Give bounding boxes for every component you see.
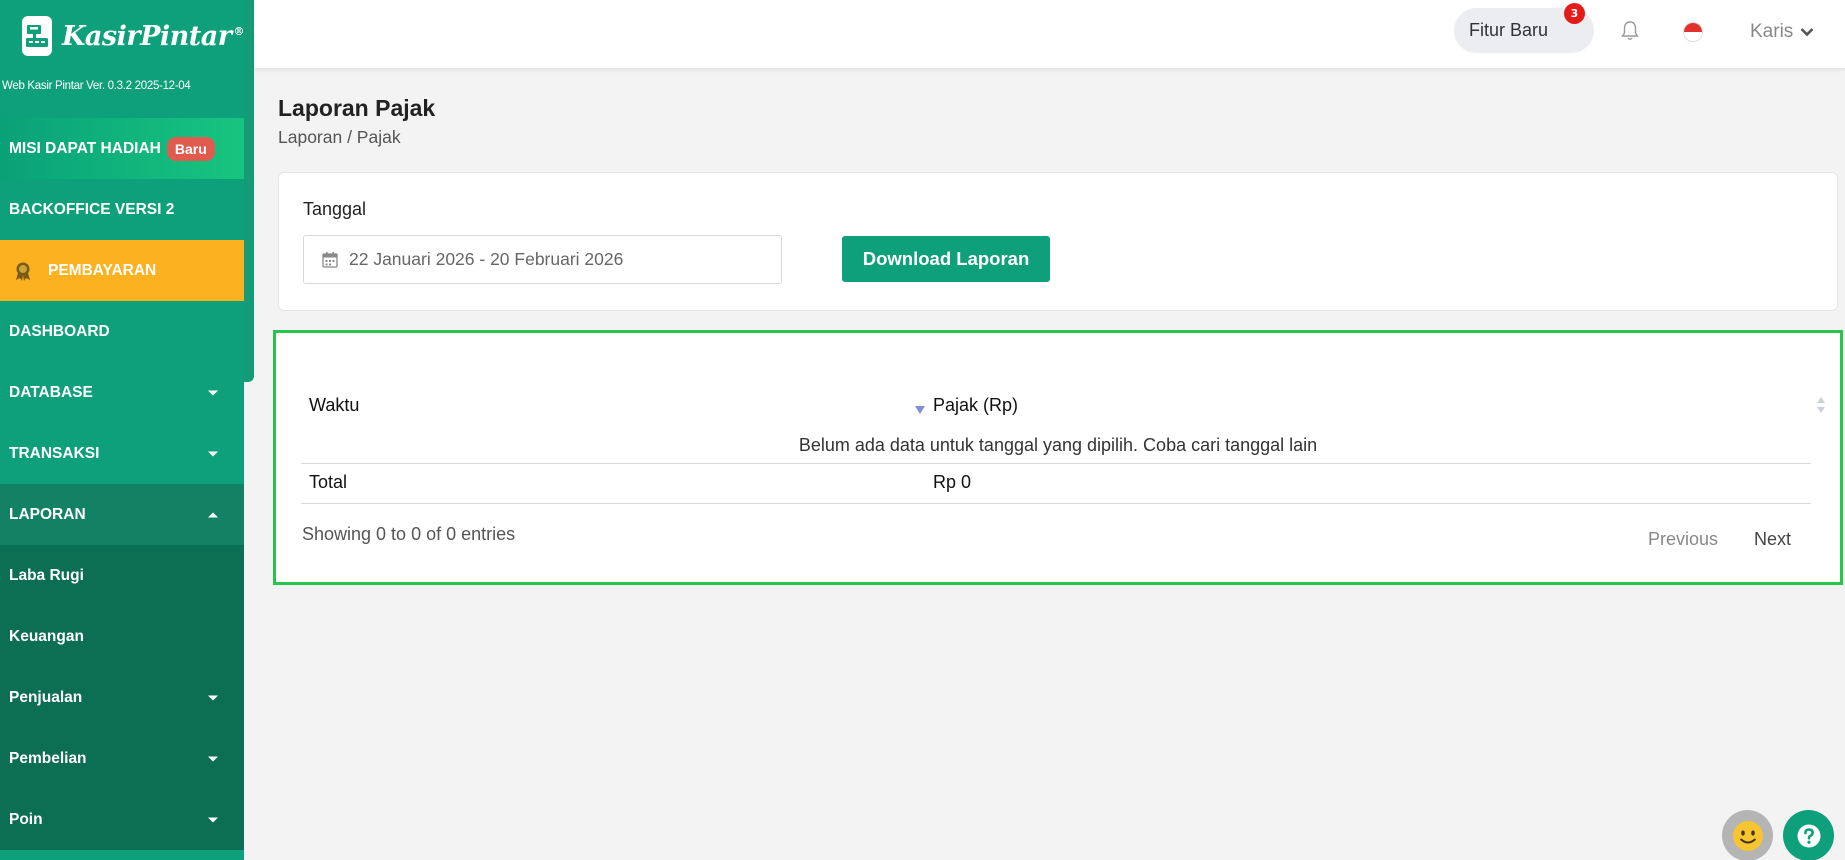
medal-icon: [16, 262, 30, 281]
sidebar-item-label: PEMBAYARAN: [48, 261, 157, 279]
sidebar-item-database[interactable]: DATABASE: [0, 362, 244, 423]
fitur-baru-label: Fitur Baru: [1469, 20, 1549, 40]
bell-icon[interactable]: [1620, 20, 1640, 42]
total-label: Total: [309, 472, 348, 492]
sidebar-item-label: Keuangan: [9, 627, 84, 645]
sidebar-item-dashboard[interactable]: DASHBOARD: [0, 301, 244, 362]
sidebar-item-label: Penjualan: [9, 688, 83, 706]
sidebar-scrollbar[interactable]: [244, 0, 254, 382]
sidebar-item-label: MISI DAPAT HADIAH: [9, 139, 161, 157]
caret-down-icon: [208, 451, 218, 456]
sidebar: KasirPintar ® Web Kasir Pintar Ver. 0.3.2…: [0, 0, 244, 860]
sidebar-subitem-keuangan[interactable]: Keuangan: [0, 606, 244, 667]
flag-icon[interactable]: [1683, 22, 1703, 42]
page-title: Laporan Pajak: [278, 95, 436, 121]
sidebar-subitem-penjualan[interactable]: Penjualan: [0, 667, 244, 728]
date-range-input[interactable]: 22 Januari 2026 - 20 Februari 2026: [303, 235, 782, 284]
caret-down-icon: [208, 390, 218, 395]
calendar-icon: [322, 252, 338, 268]
caret-down-icon: [208, 756, 218, 761]
user-menu[interactable]: Karis: [1750, 21, 1814, 43]
smiley-icon: [1732, 820, 1763, 851]
sidebar-item-laporan[interactable]: LAPORAN: [0, 484, 244, 545]
sidebar-subitem-pembelian[interactable]: Pembelian: [0, 728, 244, 789]
sidebar-item-pembayaran[interactable]: PEMBAYARAN: [0, 240, 244, 301]
sidebar-item-transaksi[interactable]: TRANSAKSI: [0, 423, 244, 484]
filter-card: Tanggal 22 Januari 2026 - 20 Februari 20…: [278, 172, 1838, 311]
sidebar-item-label: BACKOFFICE VERSI 2: [9, 200, 175, 218]
sidebar-item-label: TRANSAKSI: [9, 444, 100, 462]
sidebar-item-label: Laba Rugi: [9, 566, 84, 584]
date-range-value: 22 Januari 2026 - 20 Februari 2026: [349, 249, 624, 269]
row-divider: [301, 503, 1811, 504]
sidebar-item-label: DASHBOARD: [9, 322, 110, 340]
sidebar-subitem-poin[interactable]: Poin: [0, 789, 244, 850]
user-name: Karis: [1750, 21, 1794, 42]
feedback-button[interactable]: [1722, 810, 1773, 860]
caret-up-icon: [208, 512, 218, 517]
fitur-count-badge: 3: [1564, 3, 1585, 24]
previous-page-button[interactable]: Previous: [1648, 529, 1718, 550]
help-icon: [1797, 824, 1820, 847]
top-bar: Fitur Baru 3 Karis: [254, 0, 1845, 68]
date-filter-label: Tanggal: [303, 199, 367, 219]
brand-name: KasirPintar ®: [61, 20, 244, 52]
brand-logo[interactable]: KasirPintar ®: [0, 14, 244, 58]
app-version: Web Kasir Pintar Ver. 0.3.2 2025-12-04: [2, 80, 191, 92]
main-content: Laporan Pajak Laporan / Pajak Tanggal 22…: [254, 68, 1845, 860]
new-badge: Baru: [166, 136, 215, 161]
caret-down-icon: [208, 695, 218, 700]
chevron-down-icon: [1800, 28, 1814, 37]
sort-desc-icon[interactable]: [915, 406, 925, 414]
sort-icon[interactable]: [1816, 396, 1826, 414]
help-button[interactable]: [1783, 810, 1834, 860]
sidebar-item-label: Pembelian: [9, 749, 87, 767]
next-page-button[interactable]: Next: [1754, 529, 1791, 550]
entries-info: Showing 0 to 0 of 0 entries: [302, 524, 516, 544]
sidebar-item-label: DATABASE: [9, 383, 93, 401]
download-report-button[interactable]: Download Laporan: [842, 236, 1050, 282]
logo-register-icon: [22, 16, 52, 56]
column-header-waktu[interactable]: Waktu: [309, 395, 359, 416]
row-divider: [301, 463, 1811, 464]
sidebar-item-label: Poin: [9, 810, 43, 828]
breadcrumb: Laporan / Pajak: [278, 127, 401, 147]
tax-report-table: Waktu Pajak (Rp) Belum ada data untuk ta…: [273, 330, 1843, 585]
sidebar-item-misi-dapat-hadiah[interactable]: MISI DAPAT HADIAH Baru: [0, 118, 244, 179]
total-value: Rp 0: [933, 472, 972, 492]
sidebar-subitem-laba-rugi[interactable]: Laba Rugi: [0, 545, 244, 606]
sidebar-item-backoffice-versi-2[interactable]: BACKOFFICE VERSI 2: [0, 179, 244, 240]
empty-state-message: Belum ada data untuk tanggal yang dipili…: [798, 435, 1318, 455]
brand-area: KasirPintar ® Web Kasir Pintar Ver. 0.3.2…: [0, 0, 244, 118]
sidebar-item-label: LAPORAN: [9, 505, 86, 523]
caret-down-icon: [208, 817, 218, 822]
column-header-pajak[interactable]: Pajak (Rp): [933, 395, 1018, 416]
